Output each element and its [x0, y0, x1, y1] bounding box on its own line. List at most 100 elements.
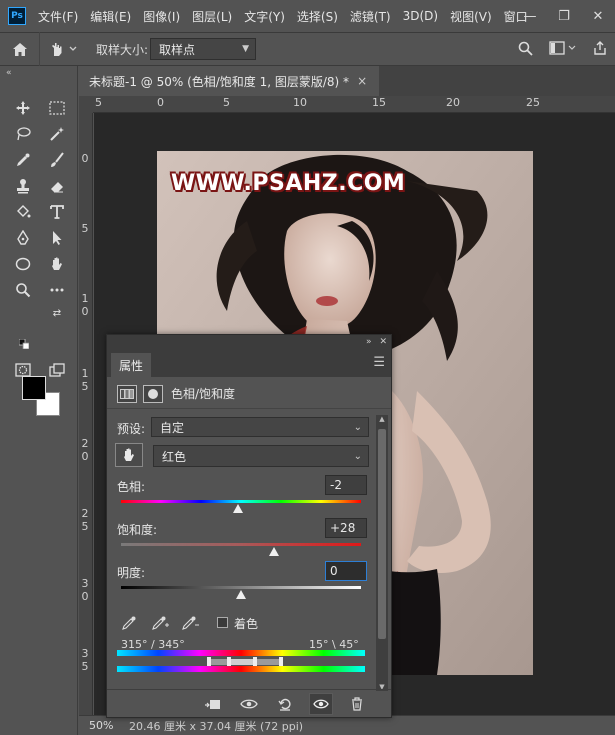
- result-color-bar: [117, 666, 365, 672]
- collapse-icon[interactable]: «: [6, 68, 12, 78]
- marquee-tool-icon[interactable]: [44, 96, 70, 120]
- panel-scrollbar[interactable]: ▲ ▼: [376, 415, 388, 691]
- ruler-tick-label: 3: [81, 577, 89, 590]
- eyedropper-plus-icon[interactable]: [151, 615, 169, 635]
- view-previous-state-icon[interactable]: [237, 693, 261, 715]
- ruler-tick-label: 1: [81, 367, 89, 380]
- clip-to-layer-icon[interactable]: [201, 693, 225, 715]
- menu-bar: Ps 文件(F) 编辑(E) 图像(I) 图层(L) 文字(Y) 选择(S) 滤…: [0, 0, 615, 32]
- lightness-slider-thumb[interactable]: [236, 590, 246, 599]
- close-button[interactable]: ✕: [581, 0, 615, 32]
- more-tools-icon[interactable]: [44, 278, 70, 302]
- ruler-tick-label: 0: [157, 96, 164, 109]
- ruler-tick-label: 3: [81, 647, 89, 660]
- paint-bucket-tool-icon[interactable]: [10, 200, 36, 224]
- saturation-slider-track[interactable]: [121, 543, 361, 546]
- eyedropper-minus-icon[interactable]: [181, 615, 199, 635]
- properties-panel: » ✕ 属性 ☰ 色相/饱和度 ▲ ▼ 预设: 自定 ⌄ 红色 ⌄ 色相: -2…: [106, 334, 392, 718]
- magic-wand-tool-icon[interactable]: [44, 122, 70, 146]
- minimize-button[interactable]: —: [513, 0, 547, 32]
- document-tab[interactable]: 未标题-1 @ 50% (色相/饱和度 1, 图层蒙版/8) * ×: [79, 66, 379, 96]
- eyedropper-icon[interactable]: [121, 615, 137, 635]
- menu-edit[interactable]: 编辑(E): [90, 8, 131, 25]
- eyedropper-tool-icon[interactable]: [10, 148, 36, 172]
- menu-filter[interactable]: 滤镜(T): [350, 8, 391, 25]
- ruler-tick-label: 10: [293, 96, 307, 109]
- ruler-tick-label: 0: [81, 590, 89, 603]
- window-controls: — ❐ ✕: [513, 0, 615, 32]
- adjustment-header: 色相/饱和度: [107, 379, 391, 409]
- menu-3d[interactable]: 3D(D): [403, 9, 438, 23]
- home-icon[interactable]: [0, 32, 40, 66]
- delete-icon[interactable]: [345, 693, 369, 715]
- targeted-adjustment-hand-button[interactable]: [115, 443, 143, 467]
- zoom-level[interactable]: 50%: [79, 719, 115, 732]
- lightness-slider-track[interactable]: [121, 586, 361, 589]
- collapse-panel-icon[interactable]: »: [366, 337, 372, 347]
- move-tool-icon[interactable]: [10, 96, 36, 120]
- hue-slider-track[interactable]: [121, 500, 361, 503]
- default-colors-icon[interactable]: [18, 338, 30, 350]
- hue-input[interactable]: -2: [325, 475, 367, 495]
- close-panel-icon[interactable]: ✕: [379, 337, 387, 347]
- document-size-info: 20.46 厘米 x 37.04 厘米 (72 ppi): [129, 719, 304, 733]
- eraser-tool-icon[interactable]: [44, 174, 70, 198]
- toggle-visibility-icon[interactable]: [309, 692, 333, 715]
- document-tab-title: 未标题-1 @ 50% (色相/饱和度 1, 图层蒙版/8) *: [89, 74, 350, 89]
- targeted-adjustment-tool-icon[interactable]: [40, 32, 86, 66]
- path-selection-tool-icon[interactable]: [44, 226, 70, 250]
- ruler-tick-label: 0: [81, 305, 89, 318]
- saturation-label: 饱和度:: [117, 523, 158, 537]
- options-bar: 取样大小: 取样点 ▼: [0, 32, 615, 66]
- screen-mode-icon[interactable]: [44, 358, 70, 382]
- scrollbar-thumb[interactable]: [378, 429, 386, 639]
- preset-select[interactable]: 自定 ⌄: [151, 417, 369, 437]
- chevron-down-icon: ⌄: [353, 421, 362, 433]
- stamp-tool-icon[interactable]: [10, 174, 36, 198]
- pen-tool-icon[interactable]: [10, 226, 36, 250]
- ruler-tick-label: 5: [81, 380, 89, 393]
- saturation-slider-thumb[interactable]: [269, 547, 279, 556]
- preset-value: 自定: [160, 420, 185, 435]
- sample-size-label: 取样大小:: [96, 42, 149, 57]
- lasso-tool-icon[interactable]: [10, 122, 36, 146]
- sample-size-value: 取样点: [159, 42, 196, 57]
- ruler-tick-label: 5: [223, 96, 230, 109]
- hue-slider-thumb[interactable]: [233, 504, 243, 513]
- channel-select[interactable]: 红色 ⌄: [153, 445, 369, 467]
- reset-icon[interactable]: [273, 693, 297, 715]
- menu-type[interactable]: 文字(Y): [244, 8, 285, 25]
- workspace-icon[interactable]: [549, 41, 577, 59]
- restore-button[interactable]: ❐: [547, 0, 581, 32]
- ellipse-tool-icon[interactable]: [10, 252, 36, 276]
- menu-layer[interactable]: 图层(L): [192, 8, 232, 25]
- ruler-tick-label: 5: [95, 96, 102, 109]
- swap-colors-icon[interactable]: ⇄: [50, 306, 64, 320]
- menu-image[interactable]: 图像(I): [143, 8, 180, 25]
- colorize-checkbox[interactable]: [217, 617, 228, 628]
- preset-label: 预设:: [117, 422, 146, 436]
- menu-view[interactable]: 视图(V): [450, 8, 492, 25]
- panel-menu-icon[interactable]: ☰: [373, 355, 385, 370]
- lightness-input[interactable]: 0: [325, 561, 367, 581]
- close-tab-icon[interactable]: ×: [357, 74, 367, 88]
- share-icon[interactable]: [593, 41, 607, 59]
- search-icon[interactable]: [518, 41, 533, 60]
- tools-panel: « ⇄: [0, 66, 78, 735]
- adjustment-layer-icon[interactable]: [117, 384, 137, 403]
- scroll-up-icon[interactable]: ▲: [377, 415, 387, 423]
- zoom-tool-icon[interactable]: [10, 278, 36, 302]
- hue-label: 色相:: [117, 480, 146, 494]
- menu-select[interactable]: 选择(S): [297, 8, 338, 25]
- layer-mask-icon[interactable]: [143, 384, 163, 403]
- photoshop-logo: Ps: [8, 7, 26, 25]
- quick-mask-icon[interactable]: [10, 358, 36, 382]
- type-tool-icon[interactable]: [44, 200, 70, 224]
- menu-file[interactable]: 文件(F): [38, 8, 78, 25]
- saturation-input[interactable]: +28: [325, 518, 367, 538]
- color-range-slider[interactable]: [205, 656, 285, 667]
- hand-tool-icon[interactable]: [44, 252, 70, 276]
- tab-properties[interactable]: 属性: [111, 353, 151, 377]
- brush-tool-icon[interactable]: [44, 148, 70, 172]
- sample-size-select[interactable]: 取样点 ▼: [150, 38, 257, 60]
